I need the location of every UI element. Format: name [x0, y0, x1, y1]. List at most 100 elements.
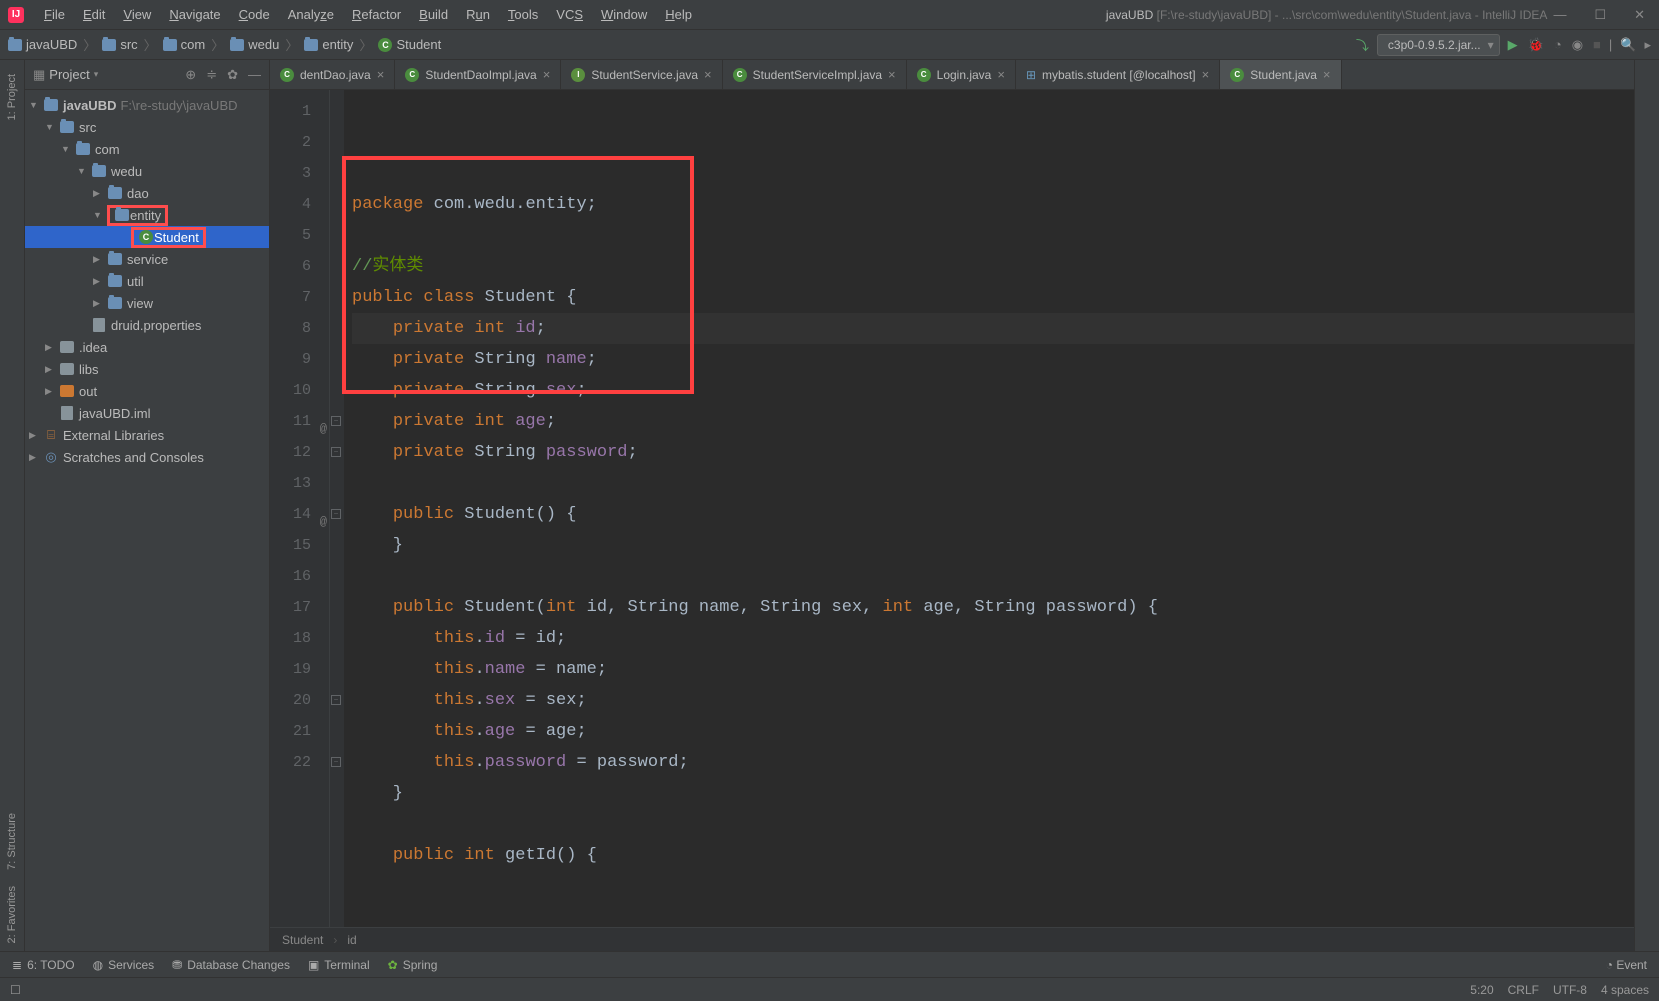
tree-item[interactable]: ▶dao — [25, 182, 269, 204]
tree-item[interactable]: ▶view — [25, 292, 269, 314]
expand-all-icon[interactable]: ≑ — [206, 67, 217, 83]
editor-tab[interactable]: IStudentService.java× — [561, 60, 722, 89]
close-tab-icon[interactable]: × — [704, 67, 712, 82]
menu-help[interactable]: Help — [657, 3, 700, 26]
tree-item[interactable]: javaUBD.iml — [25, 402, 269, 424]
status-position[interactable]: 5:20 — [1470, 983, 1493, 997]
tree-item[interactable]: ▶out — [25, 380, 269, 402]
bottom-tool-stripe: ≣6: TODO ◍Services ⛃Database Changes ▣Te… — [0, 951, 1659, 977]
breadcrumb-item[interactable]: entity — [304, 37, 353, 52]
tool-db-changes[interactable]: ⛃Database Changes — [172, 958, 290, 972]
profiler-icon[interactable]: ◉ — [1572, 37, 1583, 53]
breadcrumb-item[interactable]: com — [163, 37, 206, 52]
app-logo: IJ — [8, 7, 24, 23]
maximize-button[interactable]: ☐ — [1588, 7, 1612, 23]
minimize-button[interactable]: — — [1547, 7, 1572, 23]
run-icon[interactable]: ▶ — [1508, 37, 1518, 53]
close-button[interactable]: ✕ — [1628, 7, 1651, 23]
tree-item[interactable]: ▶libs — [25, 358, 269, 380]
close-tab-icon[interactable]: × — [1323, 67, 1331, 82]
select-opened-file-icon[interactable]: ⊕ — [185, 67, 196, 83]
debug-icon[interactable]: 🐞 — [1528, 37, 1544, 53]
menu-window[interactable]: Window — [593, 3, 655, 26]
menu-code[interactable]: Code — [231, 3, 278, 26]
menu-analyze[interactable]: Analyze — [280, 3, 342, 26]
stop-icon[interactable]: ■ — [1593, 37, 1601, 53]
crumb-member[interactable]: id — [347, 933, 356, 947]
menu-refactor[interactable]: Refactor — [344, 3, 409, 26]
settings-icon[interactable]: ▸ — [1644, 37, 1651, 53]
tree-item[interactable]: ▼javaUBD F:\re-study\javaUBD — [25, 94, 269, 116]
event-log-button[interactable]: ◔ Event — [1606, 958, 1647, 972]
tool-spring[interactable]: ✿Spring — [388, 958, 438, 972]
menu-file[interactable]: File — [36, 3, 73, 26]
menu-vcs[interactable]: VCS — [548, 3, 591, 26]
fold-gutter: − − − − − — [330, 90, 344, 927]
tool-terminal[interactable]: ▣Terminal — [308, 958, 370, 972]
tree-item[interactable]: ▶⌸External Libraries — [25, 424, 269, 446]
editor-tab[interactable]: CStudentDaoImpl.java× — [395, 60, 561, 89]
menu-tools[interactable]: Tools — [500, 3, 546, 26]
build-icon[interactable]: ⤵ — [1356, 35, 1369, 54]
tree-item[interactable]: ▼src — [25, 116, 269, 138]
tree-item[interactable]: ▶util — [25, 270, 269, 292]
close-tab-icon[interactable]: × — [543, 67, 551, 82]
tool-services[interactable]: ◍Services — [93, 958, 155, 972]
line-number-gutter: 1234567891011@121314@1516171819202122 — [270, 90, 330, 927]
close-tab-icon[interactable]: × — [997, 67, 1005, 82]
tree-item[interactable]: ▶.idea — [25, 336, 269, 358]
close-tab-icon[interactable]: × — [377, 67, 385, 82]
run-config-selector[interactable]: c3p0-0.9.5.2.jar... — [1377, 34, 1500, 56]
tool-todo[interactable]: ≣6: TODO — [12, 958, 75, 972]
navigation-bar: javaUBD〉src〉com〉wedu〉entity〉CStudent ⤵ c… — [0, 30, 1659, 60]
breadcrumb-item[interactable]: wedu — [230, 37, 279, 52]
tree-item[interactable]: CStudent — [25, 226, 269, 248]
window-controls: — ☐ ✕ — [1547, 7, 1651, 23]
tree-item[interactable]: ▶◎Scratches and Consoles — [25, 446, 269, 468]
close-tab-icon[interactable]: × — [1202, 67, 1210, 82]
menu-navigate[interactable]: Navigate — [161, 3, 228, 26]
tree-item[interactable]: ▶service — [25, 248, 269, 270]
editor-tabs: CdentDao.java×CStudentDaoImpl.java×IStud… — [270, 60, 1634, 90]
fold-toggle[interactable]: − — [331, 695, 341, 705]
breadcrumb-item[interactable]: CStudent — [378, 37, 441, 52]
titlebar: IJ File Edit View Navigate Code Analyze … — [0, 0, 1659, 30]
coverage-icon[interactable]: ◔ — [1554, 37, 1562, 53]
project-panel-title[interactable]: ▦ Project ▾ — [33, 67, 179, 83]
project-panel: ▦ Project ▾ ⊕ ≑ ✿ — ▼javaUBD F:\re-study… — [25, 60, 270, 951]
fold-toggle[interactable]: − — [331, 757, 341, 767]
code-editor[interactable]: package com.wedu.entity;//实体类public clas… — [344, 90, 1634, 927]
breadcrumb-item[interactable]: src — [102, 37, 137, 52]
status-encoding[interactable]: UTF-8 — [1553, 983, 1587, 997]
tool-structure-tab[interactable]: 7: Structure — [6, 805, 18, 878]
panel-settings-icon[interactable]: ✿ — [227, 67, 238, 83]
status-eol[interactable]: CRLF — [1508, 983, 1539, 997]
fold-toggle[interactable]: − — [331, 416, 341, 426]
tool-favorites-tab[interactable]: 2: Favorites — [6, 878, 18, 951]
status-bar: ☐ 5:20 CRLF UTF-8 4 spaces — [0, 977, 1659, 1001]
editor-breadcrumb: Student › id — [270, 927, 1634, 951]
tree-item[interactable]: ▼com — [25, 138, 269, 160]
crumb-class[interactable]: Student — [282, 933, 323, 947]
fold-toggle[interactable]: − — [331, 509, 341, 519]
editor-tab[interactable]: CLogin.java× — [907, 60, 1016, 89]
breadcrumb-item[interactable]: javaUBD — [8, 37, 77, 52]
menu-build[interactable]: Build — [411, 3, 456, 26]
fold-toggle[interactable]: − — [331, 447, 341, 457]
editor-tab[interactable]: CStudentServiceImpl.java× — [723, 60, 907, 89]
editor-tab[interactable]: CdentDao.java× — [270, 60, 395, 89]
status-window-icon[interactable]: ☐ — [10, 983, 21, 997]
menu-edit[interactable]: Edit — [75, 3, 113, 26]
hide-panel-icon[interactable]: — — [248, 67, 261, 83]
tree-item[interactable]: ▼entity — [25, 204, 269, 226]
menu-run[interactable]: Run — [458, 3, 498, 26]
tool-project-tab[interactable]: 1: Project — [6, 66, 18, 128]
tree-item[interactable]: druid.properties — [25, 314, 269, 336]
editor-tab[interactable]: CStudent.java× — [1220, 60, 1341, 89]
status-indent[interactable]: 4 spaces — [1601, 983, 1649, 997]
editor-tab[interactable]: ⊞mybatis.student [@localhost]× — [1016, 60, 1220, 89]
tree-item[interactable]: ▼wedu — [25, 160, 269, 182]
search-icon[interactable]: 🔍 — [1620, 37, 1636, 53]
close-tab-icon[interactable]: × — [888, 67, 896, 82]
menu-view[interactable]: View — [115, 3, 159, 26]
